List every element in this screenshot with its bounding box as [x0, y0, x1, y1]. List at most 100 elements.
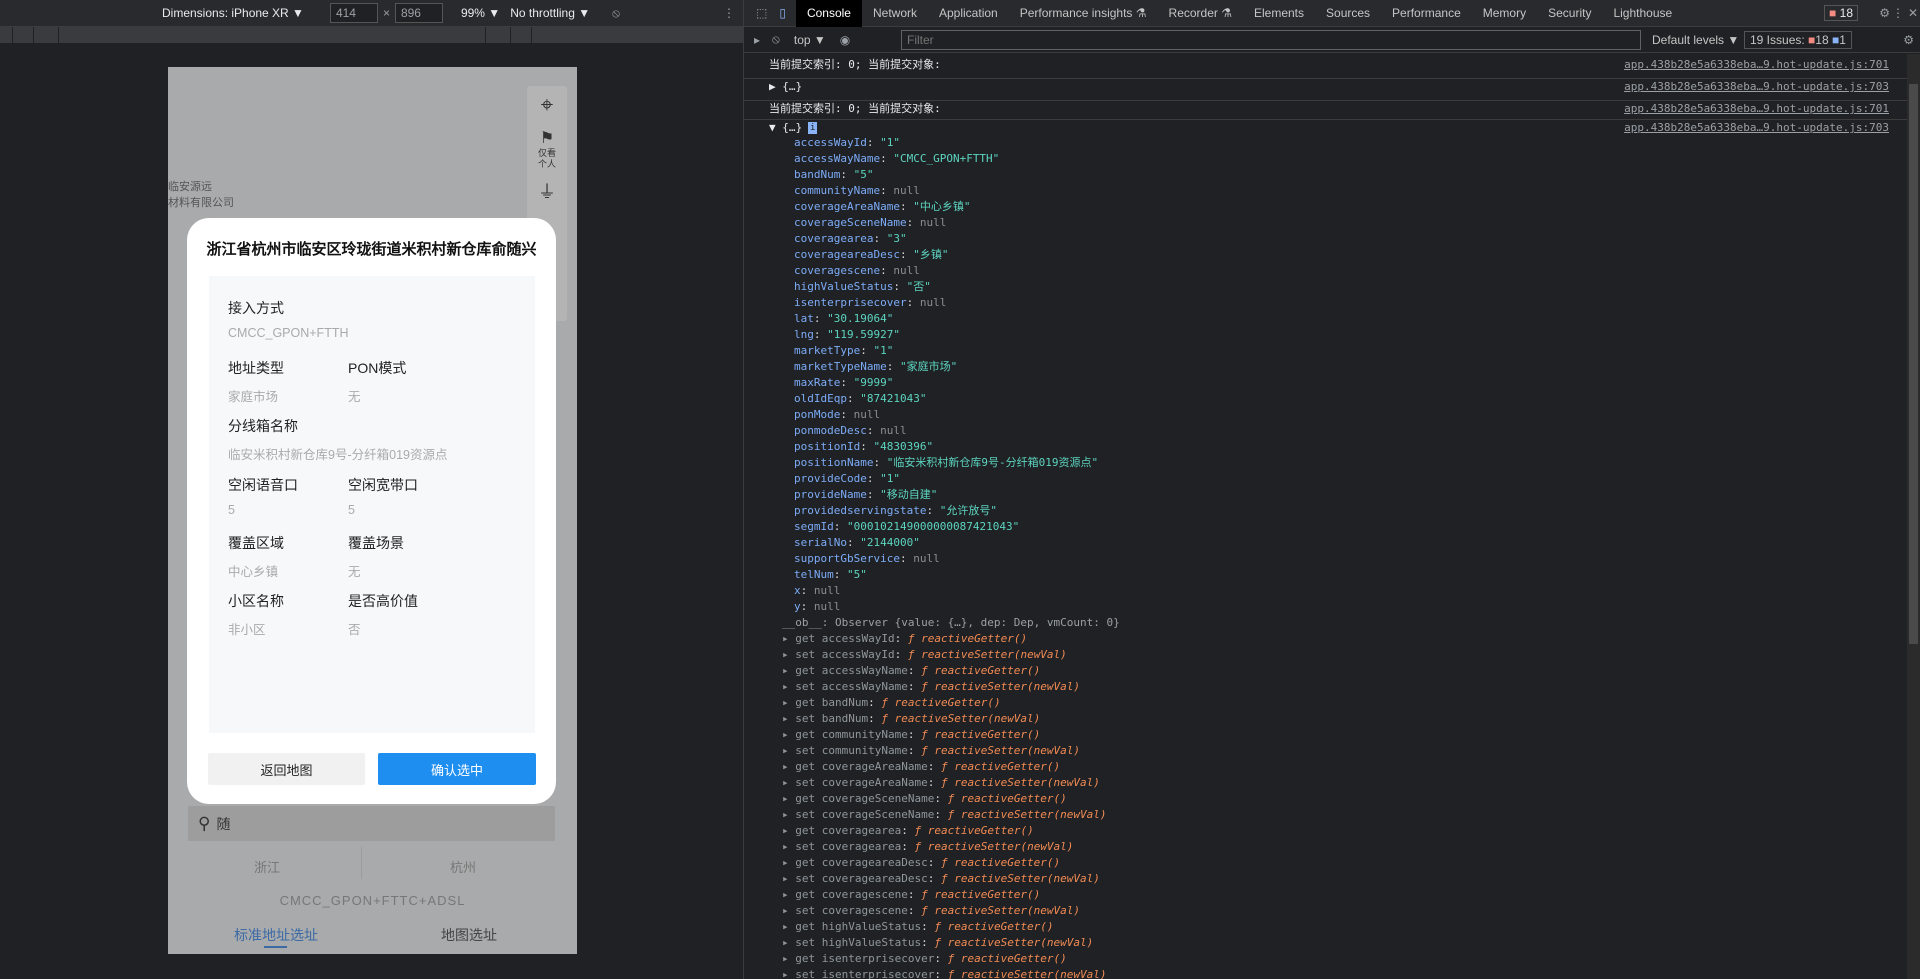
width-input[interactable]: [329, 3, 378, 23]
tab-map-address[interactable]: 地图选址: [441, 925, 497, 945]
accessor-key[interactable]: accessWayName: [822, 680, 908, 693]
tab-province[interactable]: 浙江: [254, 857, 280, 876]
property-key: segmId: [794, 520, 834, 533]
height-input[interactable]: [394, 3, 443, 23]
tab-standard-address[interactable]: 标准地址选址: [234, 925, 318, 945]
settings-icon[interactable]: ⚙: [1879, 6, 1890, 20]
accessor-key[interactable]: communityName: [822, 744, 908, 757]
accessor-key[interactable]: highValueStatus: [822, 936, 921, 949]
console-row: highValueStatus: "否": [794, 280, 931, 293]
clear-console-icon[interactable]: ⦸: [772, 32, 780, 47]
property-value: "3": [886, 232, 907, 245]
tab-console[interactable]: Console: [795, 0, 862, 27]
device-select[interactable]: Dimensions: iPhone XR ▼: [162, 6, 304, 20]
context-select[interactable]: top ▼: [794, 33, 826, 47]
console-row: accessWayId: "1": [794, 136, 900, 149]
accessor-key[interactable]: accessWayId: [822, 648, 895, 661]
eye-icon[interactable]: ◉: [840, 33, 850, 47]
accessor-key[interactable]: isenterprisecover: [822, 952, 935, 965]
log-message[interactable]: ▼ {…}: [769, 120, 802, 136]
tab-application[interactable]: Application: [928, 0, 1009, 27]
filter-input[interactable]: [901, 30, 1641, 50]
field-label: 空闲宽带口: [348, 477, 418, 493]
accessor-key[interactable]: isenterprisecover: [822, 968, 935, 979]
accessor-key[interactable]: coveragescene: [822, 904, 908, 917]
log-source-link[interactable]: app.438b28e5a6338eba…9.hot-update.js:701: [1624, 57, 1889, 73]
search-input[interactable]: 随: [216, 814, 230, 834]
console-row: coveragescene: null: [794, 264, 920, 277]
more-options-icon[interactable]: ⋮: [723, 6, 735, 20]
tab-memory[interactable]: Memory: [1472, 0, 1537, 27]
observer-entry[interactable]: __ob__: Observer {value: {…}, dep: Dep, …: [782, 615, 1120, 631]
accessor-key[interactable]: coveragescene: [822, 888, 908, 901]
console-row: __ob__: Observer {value: {…}, dep: Dep, …: [744, 615, 1907, 631]
close-icon[interactable]: ✕: [1908, 6, 1918, 20]
console-row: ▸ get coveragescene: ƒ reactiveGetter(): [782, 888, 1041, 901]
accessor-key[interactable]: communityName: [822, 728, 908, 741]
log-message[interactable]: ▶ {…}: [769, 79, 802, 95]
levels-select[interactable]: Default levels ▼: [1652, 33, 1739, 47]
field-label: 覆盖场景: [348, 535, 404, 551]
log-source-link[interactable]: app.438b28e5a6338eba…9.hot-update.js:703: [1624, 120, 1889, 136]
field-value: 否: [348, 623, 361, 637]
flag-icon[interactable]: ⚑: [527, 128, 567, 148]
sidebar-toggle-icon[interactable]: ▸: [754, 33, 760, 47]
console-row: lng: "119.59927": [794, 328, 900, 341]
field-value: 无: [348, 390, 361, 404]
search-bar[interactable]: ⚲ 随: [188, 806, 555, 841]
tab-performance[interactable]: Performance insights ⚗: [1009, 0, 1158, 27]
property-value: null: [919, 296, 947, 309]
error-badge[interactable]: ■ 18: [1824, 5, 1858, 21]
console-settings-icon[interactable]: ⚙: [1903, 33, 1914, 47]
console-row: supportGbService: null: [794, 552, 940, 565]
accessor-key[interactable]: coverageareaDesc: [822, 856, 928, 869]
media-query-ruler[interactable]: [0, 27, 743, 43]
console-row: x: null: [794, 584, 841, 597]
tab-elements[interactable]: Elements: [1243, 0, 1315, 27]
accessor-key[interactable]: accessWayName: [822, 664, 908, 677]
scrollbar[interactable]: [1907, 54, 1920, 979]
inspect-icon[interactable]: ⬚: [744, 6, 775, 20]
locate-icon[interactable]: ⌖: [527, 92, 567, 118]
accessor-key[interactable]: coveragearea: [822, 840, 901, 853]
log-source-link[interactable]: app.438b28e5a6338eba…9.hot-update.js:701: [1624, 101, 1889, 117]
confirm-select-button[interactable]: 确认选中: [378, 753, 536, 785]
tab-city[interactable]: 杭州: [450, 857, 476, 876]
property-value: "2144000": [860, 536, 920, 549]
accessor-key[interactable]: bandNum: [822, 696, 868, 709]
accessor-key[interactable]: coverageareaDesc: [822, 872, 928, 885]
property-value: "移动自建": [880, 488, 938, 501]
accessor-key[interactable]: bandNum: [822, 712, 868, 725]
property-value: "家庭市场": [899, 360, 958, 373]
tab-sources[interactable]: Sources: [1315, 0, 1381, 27]
throttling-select[interactable]: No throttling ▼: [510, 6, 590, 20]
console-row: ▸ set coverageAreaName: ƒ reactiveSetter…: [782, 776, 1100, 789]
device-toggle-icon[interactable]: ▯: [775, 6, 796, 20]
console-row: maxRate: "9999": [794, 376, 894, 389]
filter-icon[interactable]: ⏚: [527, 178, 567, 204]
rotate-icon[interactable]: ⦸: [612, 6, 620, 21]
tab-security[interactable]: Security: [1537, 0, 1602, 27]
property-key: positionName: [794, 456, 874, 469]
console-row: bandNum: "5": [794, 168, 874, 181]
only-self-label[interactable]: 仅看 个人: [527, 148, 567, 170]
log-source-link[interactable]: app.438b28e5a6338eba…9.hot-update.js:703: [1624, 79, 1889, 95]
zoom-select[interactable]: 99% ▼: [461, 6, 500, 20]
more-icon[interactable]: ⋮: [1892, 6, 1904, 20]
detail-panel: 接入方式 CMCC_GPON+FTTH 地址类型 家庭市场 PON模式无分线箱名称 临安米…: [209, 276, 535, 733]
tab-lighthouse[interactable]: Lighthouse: [1602, 0, 1683, 27]
issues-button[interactable]: 19 Issues: ■18 ■1: [1744, 30, 1852, 49]
accessor-key[interactable]: coverageAreaName: [822, 776, 928, 789]
tab-recorder[interactable]: Recorder ⚗: [1158, 0, 1243, 27]
back-to-map-button[interactable]: 返回地图: [208, 753, 365, 785]
accessor-key[interactable]: coverageSceneName: [822, 792, 935, 805]
accessor-key[interactable]: coveragearea: [822, 824, 901, 837]
accessor-key[interactable]: coverageSceneName: [822, 808, 935, 821]
accessor-key[interactable]: highValueStatus: [822, 920, 921, 933]
info-icon[interactable]: i: [808, 122, 818, 134]
tab-performance[interactable]: Performance: [1381, 0, 1472, 27]
accessor-key[interactable]: accessWayId: [822, 632, 895, 645]
accessor-key[interactable]: coverageAreaName: [822, 760, 928, 773]
tab-network[interactable]: Network: [862, 0, 928, 27]
property-value: "乡镇": [913, 248, 949, 261]
